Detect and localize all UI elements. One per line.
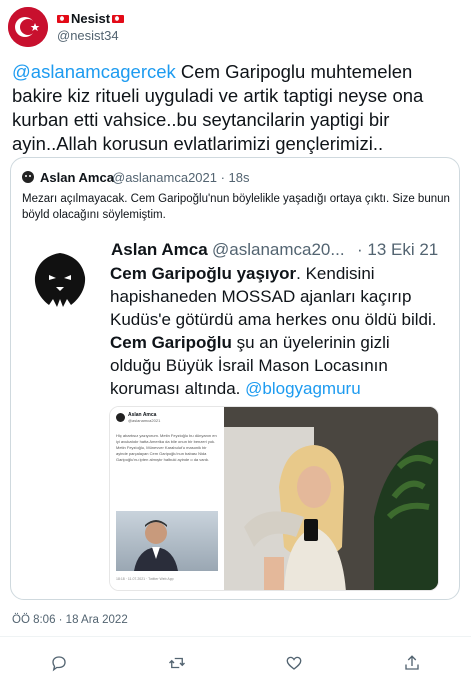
inner-date: · 13 Eki 21 <box>357 240 439 259</box>
inner-mention: @blogyagmuru <box>245 379 361 398</box>
author-name[interactable]: Nesist <box>57 11 125 26</box>
embedded-screenshot: Aslan Amca @aslanamca2021 Hiç abartısız … <box>109 406 439 591</box>
inner-bold-2: Cem Garipoğlu <box>110 333 232 352</box>
screenshot-photo <box>116 511 218 571</box>
inner-text: Cem Garipoğlu yaşıyor. Kendisini hapisha… <box>110 262 445 400</box>
screenshot-tweet-card: Aslan Amca @aslanamca2021 Hiç abartısız … <box>110 407 224 590</box>
quote-avatar[interactable] <box>21 170 35 184</box>
author-name-text: Nesist <box>71 11 111 26</box>
tweet-mention[interactable]: @aslanamcagercek <box>12 61 176 82</box>
screenshot-photo-woman <box>224 407 438 590</box>
quote-image[interactable]: Aslan Amca @aslanamca20... · 13 Eki 21 C… <box>21 235 449 591</box>
lion-avatar-icon <box>29 249 91 311</box>
inner-author-name: Aslan Amca <box>111 240 208 259</box>
inner-bold-1: Cem Garipoğlu yaşıyor <box>110 264 297 283</box>
quote-author-handle: @aslanamca2021 · 18s <box>112 170 250 185</box>
screenshot-footer: 18:18 · 11.07.2021 · Twitter Web App <box>116 577 174 581</box>
retweet-icon[interactable] <box>166 652 188 674</box>
share-icon[interactable] <box>401 652 423 674</box>
screenshot-handle: @aslanamca2021 <box>128 418 161 423</box>
like-icon[interactable] <box>283 652 305 674</box>
screenshot-avatar <box>116 413 125 422</box>
tweet-timestamp[interactable]: ÖÖ 8:06 · 18 Ara 2022 <box>12 614 128 626</box>
quote-text: Mezarı açılmayacak. Cem Garipoğlu'nun bö… <box>22 193 450 221</box>
quote-author-name[interactable]: Aslan Amca <box>40 170 114 185</box>
screenshot-text: Hiç abartısız yazıyorum. Metin Feyzioğlu… <box>116 433 217 462</box>
inner-author-handle: @aslanamca20... <box>212 240 345 259</box>
action-bar <box>0 648 471 678</box>
author-handle[interactable]: @nesist34 <box>57 28 119 43</box>
turkey-flag-icon <box>57 14 69 23</box>
tweet-text: @aslanamcagercek Cem Garipoglu muhtemele… <box>12 60 462 156</box>
author-avatar[interactable] <box>8 7 48 47</box>
quoted-tweet[interactable]: Aslan Amca @aslanamca2021 · 18s Mezarı a… <box>10 157 460 600</box>
reply-icon[interactable] <box>48 652 70 674</box>
turkey-flag-icon <box>112 14 125 23</box>
divider <box>0 636 471 637</box>
